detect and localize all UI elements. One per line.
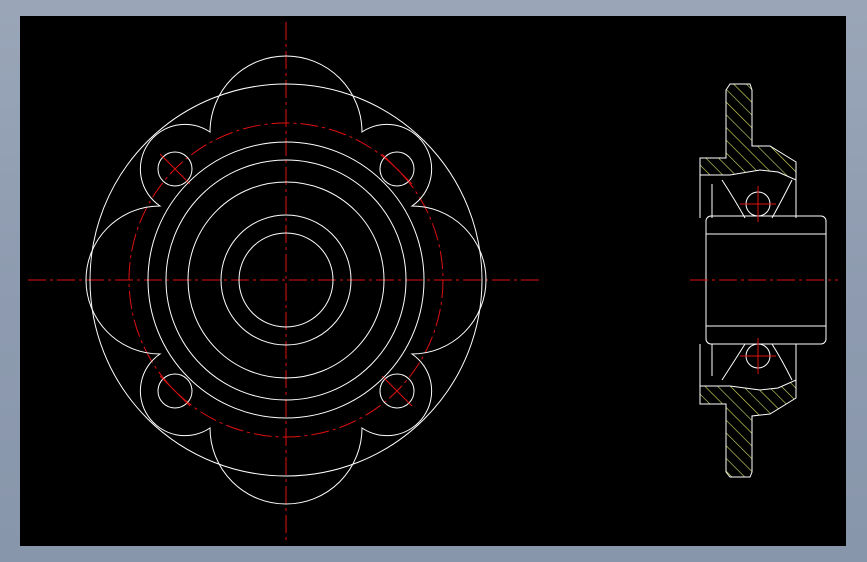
bolt-hole-bottom-right <box>379 373 415 409</box>
ball-seat-top <box>721 179 793 219</box>
bolt-hole-bottom-left <box>157 373 193 409</box>
side-section-view <box>690 83 838 478</box>
cad-viewport[interactable] <box>20 16 846 546</box>
ball-top <box>740 186 776 222</box>
bolt-hole-top-right <box>379 151 415 187</box>
section-flange-top <box>699 83 797 181</box>
ball-seat-bottom <box>721 343 793 381</box>
cad-drawing <box>28 22 838 540</box>
ball-bottom <box>740 338 776 374</box>
bolt-hole-top-left <box>157 151 193 187</box>
section-flange-bottom <box>699 379 797 478</box>
front-view <box>28 22 543 540</box>
